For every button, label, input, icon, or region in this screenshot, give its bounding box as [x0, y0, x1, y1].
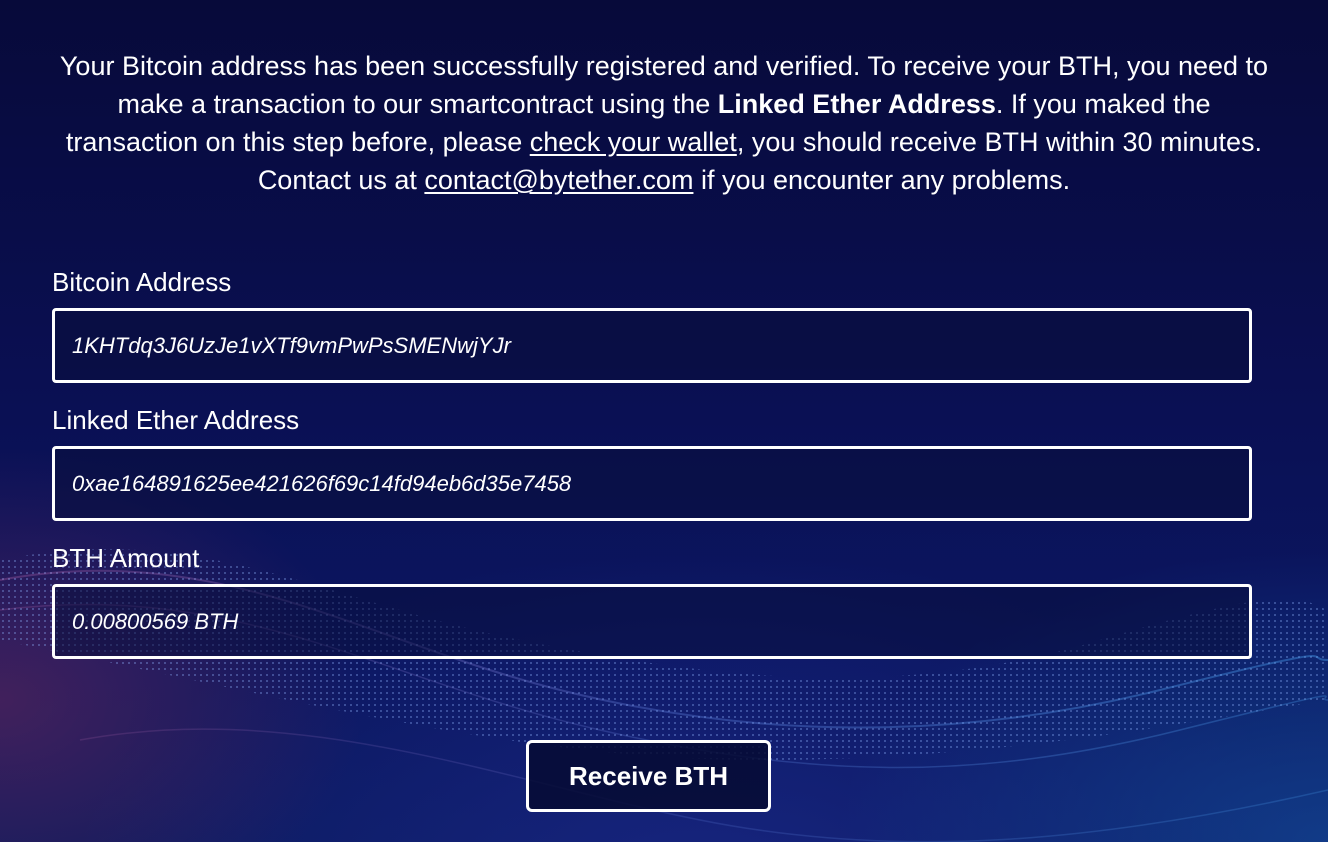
bitcoin-address-field-box	[52, 308, 1252, 383]
linked-ether-address-emphasis: Linked Ether Address	[717, 89, 996, 119]
contact-email-link[interactable]: contact@bytether.com	[424, 165, 693, 195]
instructions-message: Your Bitcoin address has been successful…	[52, 47, 1276, 199]
bth-amount-label: BTH Amount	[52, 543, 200, 573]
check-wallet-link[interactable]: check your wallet	[530, 127, 737, 157]
bitcoin-address-input[interactable]	[55, 311, 1249, 380]
message-text-4: if you encounter any problems.	[693, 165, 1071, 195]
linked-ether-address-input[interactable]	[55, 449, 1249, 518]
linked-ether-address-field-box	[52, 446, 1252, 521]
bth-amount-input[interactable]	[55, 587, 1249, 656]
bth-amount-field-box	[52, 584, 1252, 659]
bitcoin-address-label: Bitcoin Address	[52, 267, 232, 297]
linked-ether-address-label: Linked Ether Address	[52, 405, 300, 435]
receive-bth-button[interactable]: Receive BTH	[526, 740, 771, 812]
